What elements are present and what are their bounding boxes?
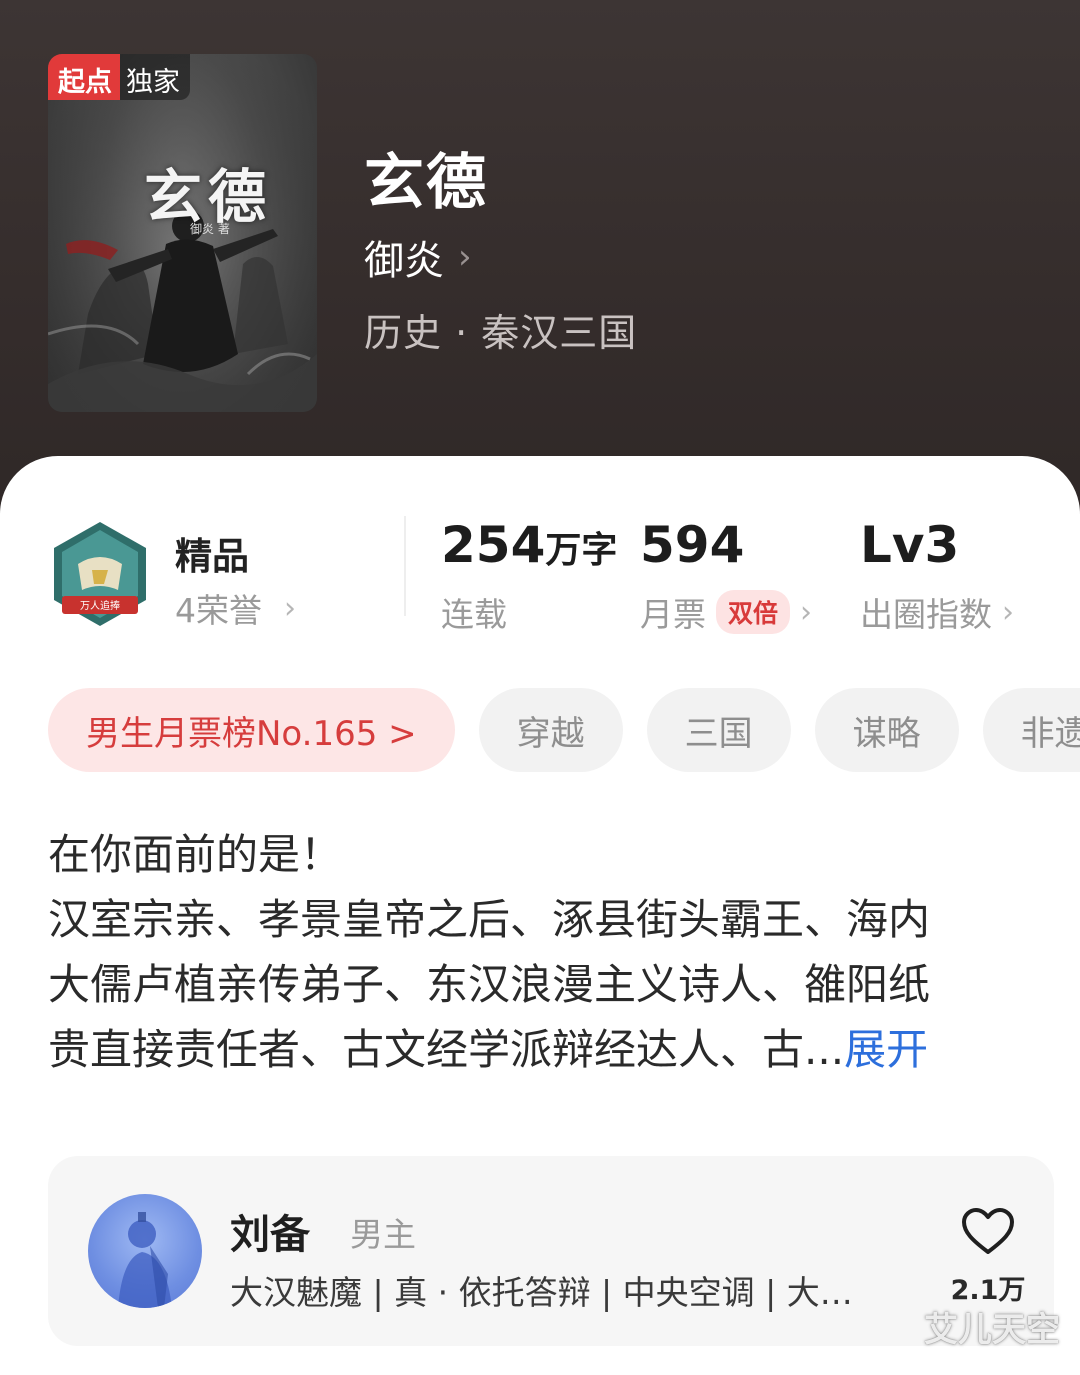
chevron-right-icon: ›	[458, 237, 472, 277]
character-description: 大汉魅魔 | 真 · 依托答辩 | 中央空调 | 大…	[230, 1273, 853, 1312]
cover-author-text: 御炎 著	[190, 222, 230, 236]
tag-row: 男生月票榜No.165 > 穿越 三国 谋略 非遗	[48, 688, 1080, 774]
honor-title: 精品	[175, 535, 249, 578]
monthly-ticket-count: 594	[640, 516, 745, 574]
expand-link[interactable]: 展开	[844, 1025, 928, 1074]
honor-badge-text: 万人追捧	[80, 599, 120, 612]
tag-time-travel[interactable]: 穿越	[478, 688, 623, 772]
chevron-right-icon: ›	[800, 594, 813, 630]
popularity-index-label: 出圈指数	[860, 595, 992, 634]
character-role: 男主	[350, 1215, 416, 1254]
author-link[interactable]: 御炎 ›	[364, 228, 472, 286]
character-avatar	[88, 1194, 202, 1308]
synopsis-line: 贵直接责任者、古文经学派辩经达人、古...	[48, 1025, 845, 1074]
watermark: 艾儿天空	[924, 1310, 1060, 1350]
character-portrait	[118, 1212, 172, 1308]
monthly-ticket-label: 月票	[640, 595, 706, 634]
serial-status-label: 连载	[441, 595, 507, 634]
book-title: 玄德	[364, 148, 488, 218]
word-count: 254万字	[441, 516, 617, 574]
tag-strategy[interactable]: 谋略	[814, 688, 959, 772]
heart-icon[interactable]	[960, 1206, 1016, 1256]
honor-badge-icon[interactable]: 万人追捧	[48, 520, 152, 628]
stats-row: 万人追捧 精品 4荣誉 › 254万字 连载 594 月票 双倍 › Lv3 出…	[0, 456, 1080, 656]
ranking-tag[interactable]: 男生月票榜No.165 >	[48, 688, 455, 772]
synopsis[interactable]: 在你面前的是！ 汉室宗亲、孝景皇帝之后、涿县街头霸王、海内 大儒卢植亲传弟子、东…	[48, 822, 1008, 1082]
honor-link[interactable]: 4荣誉 ›	[175, 584, 296, 632]
book-detail-sheet: 万人追捧 精品 4荣誉 › 254万字 连载 594 月票 双倍 › Lv3 出…	[0, 456, 1080, 1375]
word-count-value: 254	[441, 516, 546, 574]
exclusive-label: 独家	[120, 54, 190, 100]
book-genre[interactable]: 历史 · 秦汉三国	[364, 302, 637, 357]
synopsis-line: 汉室宗亲、孝景皇帝之后、涿县街头霸王、海内	[48, 895, 931, 944]
author-name: 御炎	[364, 238, 444, 284]
double-ticket-badge: 双倍	[716, 590, 791, 634]
monthly-ticket-link[interactable]: 月票 双倍 ›	[640, 588, 812, 636]
qidian-brand-label: 起点	[48, 54, 120, 100]
popularity-index-link[interactable]: 出圈指数 ›	[860, 588, 1014, 636]
chevron-right-icon: ›	[284, 590, 296, 626]
tag-three-kingdoms[interactable]: 三国	[646, 688, 791, 772]
stats-divider	[404, 516, 406, 616]
exclusive-tag: 起点 独家	[48, 54, 190, 100]
honor-count: 4荣誉	[175, 591, 262, 630]
book-cover[interactable]: 玄德 御炎 著 起点 独家	[48, 54, 317, 412]
synopsis-line: 在你面前的是！	[48, 830, 343, 879]
character-name: 刘备	[230, 1212, 310, 1258]
tag-heritage[interactable]: 非遗	[982, 688, 1080, 772]
serial-status: 连载	[441, 588, 507, 636]
synopsis-line-last: 贵直接责任者、古文经学派辩经达人、古...展开	[48, 1017, 1008, 1082]
character-card[interactable]: 刘备 男主 大汉魅魔 | 真 · 依托答辩 | 中央空调 | 大… 2.1万	[48, 1156, 1054, 1346]
word-count-unit: 万字	[545, 530, 618, 571]
book-header: 玄德 御炎 著 起点 独家 玄德 御炎 › 历史 · 秦汉三国	[0, 0, 1080, 520]
popularity-level: Lv3	[860, 516, 960, 574]
chevron-right-icon: ›	[1002, 594, 1014, 630]
synopsis-line: 大儒卢植亲传弟子、东汉浪漫主义诗人、雒阳纸	[48, 960, 931, 1009]
